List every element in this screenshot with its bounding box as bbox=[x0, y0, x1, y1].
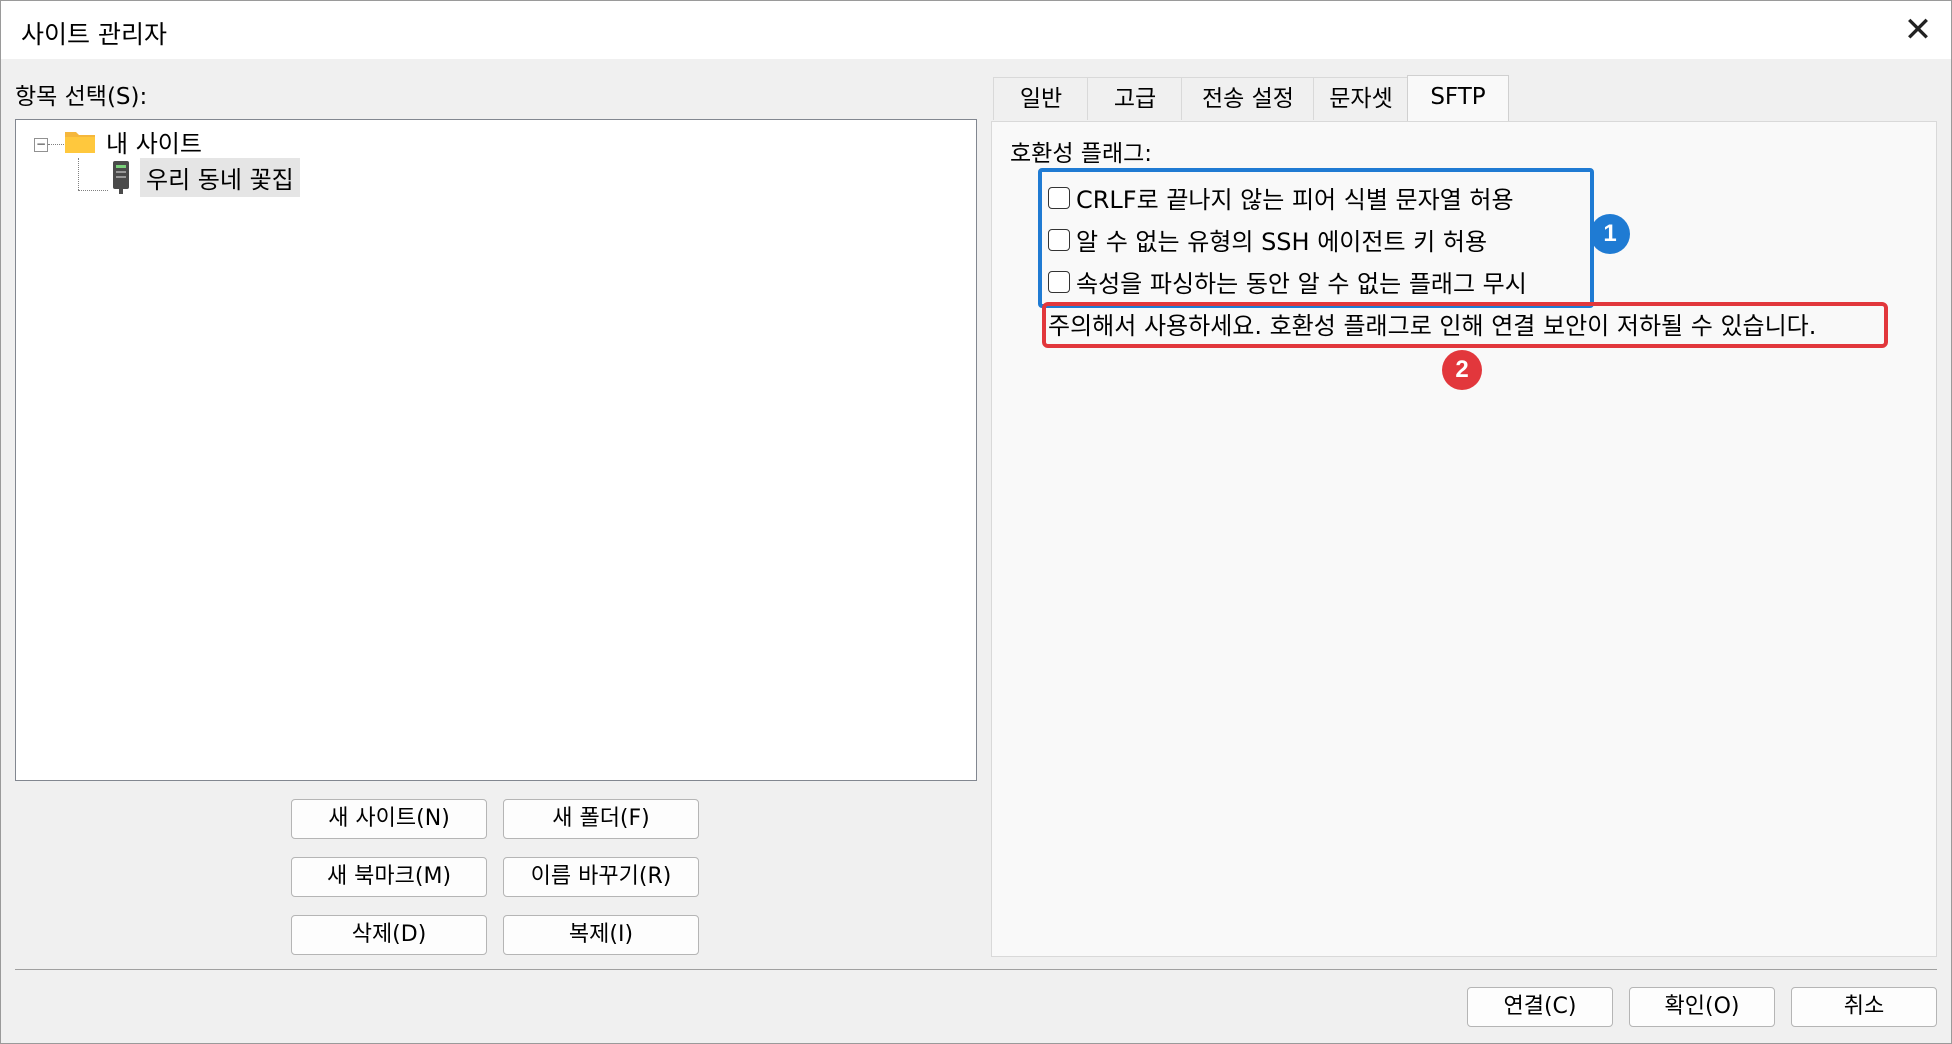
footer-divider bbox=[15, 969, 1937, 970]
select-entry-label: 항목 선택(S): bbox=[15, 84, 148, 110]
tree-connector bbox=[78, 158, 79, 190]
option-unknown-agent-key[interactable]: 알 수 없는 유형의 SSH 에이전트 키 허용 bbox=[1048, 222, 1487, 257]
folder-icon bbox=[65, 132, 95, 153]
tab-general[interactable]: 일반 bbox=[993, 77, 1089, 120]
tree-item-my-sites[interactable]: 내 사이트 bbox=[106, 124, 202, 159]
option-crlf[interactable]: CRLF로 끝나지 않는 피어 식별 문자열 허용 bbox=[1048, 180, 1514, 215]
checkbox-crlf[interactable] bbox=[1048, 186, 1070, 209]
title-bar: 사이트 관리자 ✕ bbox=[1, 1, 1951, 59]
option-ignore-unknown-flags[interactable]: 속성을 파싱하는 동안 알 수 없는 플래그 무시 bbox=[1048, 264, 1527, 299]
tab-advanced[interactable]: 고급 bbox=[1087, 77, 1183, 120]
tree-connector bbox=[78, 190, 108, 191]
new-site-button[interactable]: 새 사이트(N) bbox=[291, 799, 487, 839]
new-bookmark-button[interactable]: 새 북마크(M) bbox=[291, 857, 487, 897]
sftp-panel: 호환성 플래그: CRLF로 끝나지 않는 피어 식별 문자열 허용 알 수 없… bbox=[991, 121, 1937, 957]
annotation-badge-1: 1 bbox=[1590, 214, 1630, 254]
option-ignore-unknown-flags-label: 속성을 파싱하는 동안 알 수 없는 플래그 무시 bbox=[1076, 270, 1527, 298]
tree-item-site[interactable]: 우리 동네 꽃집 bbox=[140, 158, 300, 197]
tree-connector bbox=[48, 144, 64, 145]
site-manager-dialog: 사이트 관리자 ✕ 항목 선택(S): − 내 사이트 우리 동네 꽃집 새 사… bbox=[0, 0, 1952, 1044]
option-unknown-agent-key-label: 알 수 없는 유형의 SSH 에이전트 키 허용 bbox=[1076, 228, 1488, 256]
tab-sftp[interactable]: SFTP bbox=[1407, 75, 1509, 122]
server-icon bbox=[113, 161, 129, 194]
cancel-button[interactable]: 취소 bbox=[1791, 987, 1937, 1027]
checkbox-ignore-unknown-flags[interactable] bbox=[1048, 270, 1070, 293]
tab-charset[interactable]: 문자셋 bbox=[1313, 77, 1409, 120]
window-title: 사이트 관리자 bbox=[21, 20, 167, 49]
collapse-toggle-icon[interactable]: − bbox=[34, 138, 48, 152]
rename-button[interactable]: 이름 바꾸기(R) bbox=[503, 857, 699, 897]
compat-flags-label: 호환성 플래그: bbox=[1010, 141, 1153, 167]
site-tree[interactable]: − 내 사이트 우리 동네 꽃집 bbox=[15, 119, 977, 781]
delete-button[interactable]: 삭제(D) bbox=[291, 915, 487, 955]
checkbox-unknown-agent-key[interactable] bbox=[1048, 228, 1070, 251]
ok-button[interactable]: 확인(O) bbox=[1629, 987, 1775, 1027]
new-folder-button[interactable]: 새 폴더(F) bbox=[503, 799, 699, 839]
tab-transfer-settings[interactable]: 전송 설정 bbox=[1181, 77, 1315, 120]
security-warning-text: 주의해서 사용하세요. 호환성 플래그로 인해 연결 보안이 저하될 수 있습니… bbox=[1048, 312, 1817, 340]
close-icon[interactable]: ✕ bbox=[1901, 13, 1935, 47]
annotation-badge-2: 2 bbox=[1442, 350, 1482, 390]
duplicate-button[interactable]: 복제(I) bbox=[503, 915, 699, 955]
option-crlf-label: CRLF로 끝나지 않는 피어 식별 문자열 허용 bbox=[1076, 186, 1514, 214]
connect-button[interactable]: 연결(C) bbox=[1467, 987, 1613, 1027]
